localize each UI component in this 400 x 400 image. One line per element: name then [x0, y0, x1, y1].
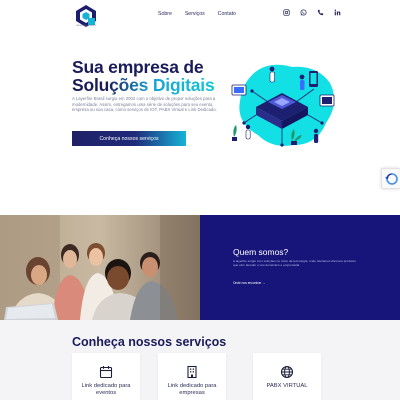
phone-icon[interactable]	[317, 9, 324, 16]
hero-title-line2: Soluções Digitais	[72, 75, 215, 95]
globe-icon	[280, 365, 294, 379]
recaptcha-icon	[385, 173, 398, 185]
team-photo-image	[0, 215, 200, 320]
service-card-label: PABX VIRTUAL	[266, 383, 308, 389]
social-icons	[283, 9, 341, 16]
linkedin-icon[interactable]	[334, 9, 341, 16]
services-cta-button[interactable]: Conheça nossos serviços	[72, 131, 186, 146]
about-panel: Quem somos? A layerfire surgiu com soluç…	[200, 215, 400, 320]
services-title: Conheça nossos serviços	[72, 335, 227, 349]
about-section: Quem somos? A layerfire surgiu com soluç…	[0, 215, 400, 320]
whatsapp-icon[interactable]	[300, 9, 307, 16]
about-title: Quem somos?	[233, 247, 289, 257]
iot-illustration	[231, 64, 335, 147]
nav-link-sobre[interactable]: Sobre	[158, 11, 172, 17]
service-card-pabx[interactable]: PABX VIRTUAL	[253, 353, 321, 400]
team-photo	[0, 215, 200, 320]
find-us-link[interactable]: Onde nos encontrar →	[233, 281, 265, 285]
service-card-label: Link dedicado para empresas	[167, 383, 217, 396]
service-card-empresas[interactable]: Link dedicado para empresas	[158, 353, 226, 400]
about-description: A layerfire surgiu com soluções no ramo …	[233, 259, 356, 268]
hero-title-line1: Sua empresa de	[72, 57, 204, 77]
service-card-eventos[interactable]: Link dedicado para eventos	[72, 353, 140, 400]
nav-link-contato[interactable]: Contato	[218, 11, 236, 17]
top-navbar: LAYERFIRE BRASIL Sobre Serviços Contato	[0, 0, 400, 30]
service-card-label: Link dedicado para eventos	[81, 383, 131, 396]
instagram-icon[interactable]	[283, 9, 290, 16]
recaptcha-badge[interactable]	[381, 168, 400, 189]
hero-title: Sua empresa de Soluções Digitais	[72, 57, 215, 95]
nav-link-servicos[interactable]: Serviços	[185, 11, 205, 17]
building-icon	[187, 365, 197, 379]
hero-description: A Layerfire Brasil surgiu em 2002 com o …	[72, 96, 217, 113]
nav-links: Sobre Serviços Contato	[158, 11, 236, 17]
logo-wordmark: LAYERFIRE BRASIL	[75, 25, 97, 27]
services-section: Conheça nossos serviços Link dedicado pa…	[0, 320, 400, 400]
calendar-icon	[99, 366, 113, 379]
